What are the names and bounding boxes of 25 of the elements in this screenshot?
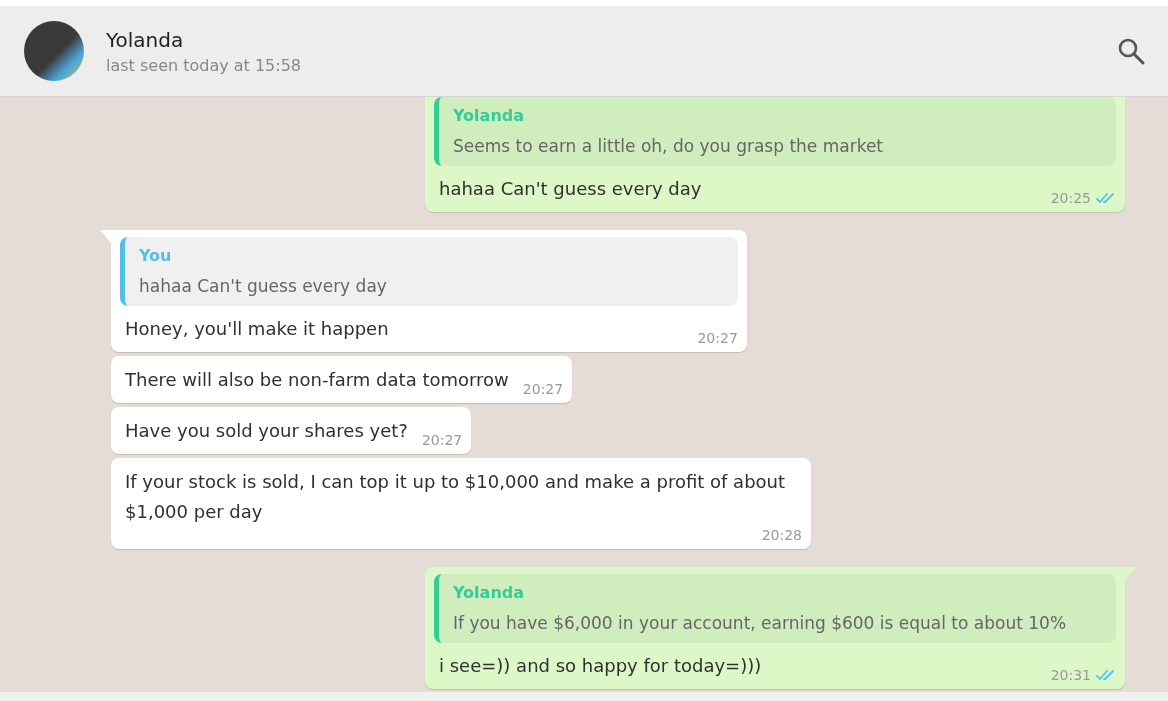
contact-name: Yolanda [106,27,185,52]
quote-text: If you have $6,000 in your account, earning $600 is equal to about 10% [453,613,1068,633]
quote-text: hahaa Can't guess every day [139,276,388,296]
message-time: 20:27 [421,432,463,448]
search-icon[interactable] [1116,36,1146,66]
quote-author: Yolanda [453,106,526,125]
quote-author: You [139,246,173,265]
quoted-message[interactable]: Yolanda If you have $6,000 in your account, earning $600 is equal to about 10% [434,574,1116,643]
message-time: 20:27 [697,330,738,346]
message-text: Have you sold your shares yet? [124,419,408,443]
message-time: 20:28 [761,527,802,543]
message-text: Honey, you'll make it happen [124,317,389,341]
message-text: hahaa Can't guess every day [438,177,702,201]
quoted-message[interactable]: You hahaa Can't guess every day [120,237,738,306]
message-text: If your stock is sold, I can top it up to $10,000 and make a profit of about $1,000 per day [124,470,787,524]
message-text: There will also be non-farm data tomorrow [124,368,509,392]
message-text: i see=)) and so happy for today=))) [438,654,762,678]
contact-avatar[interactable] [24,21,84,81]
quote-author: Yolanda [453,583,526,602]
message-time: 20:31 [1050,667,1091,683]
last-seen-status: last seen today at 15:58 [106,55,303,75]
message-time: 20:25 [1050,190,1091,206]
quoted-message[interactable]: Yolanda Seems to earn a little oh, do you grasp the market [434,97,1116,166]
message-time: 20:27 [522,381,564,397]
quote-text: Seems to earn a little oh, do you grasp the market [453,136,885,156]
